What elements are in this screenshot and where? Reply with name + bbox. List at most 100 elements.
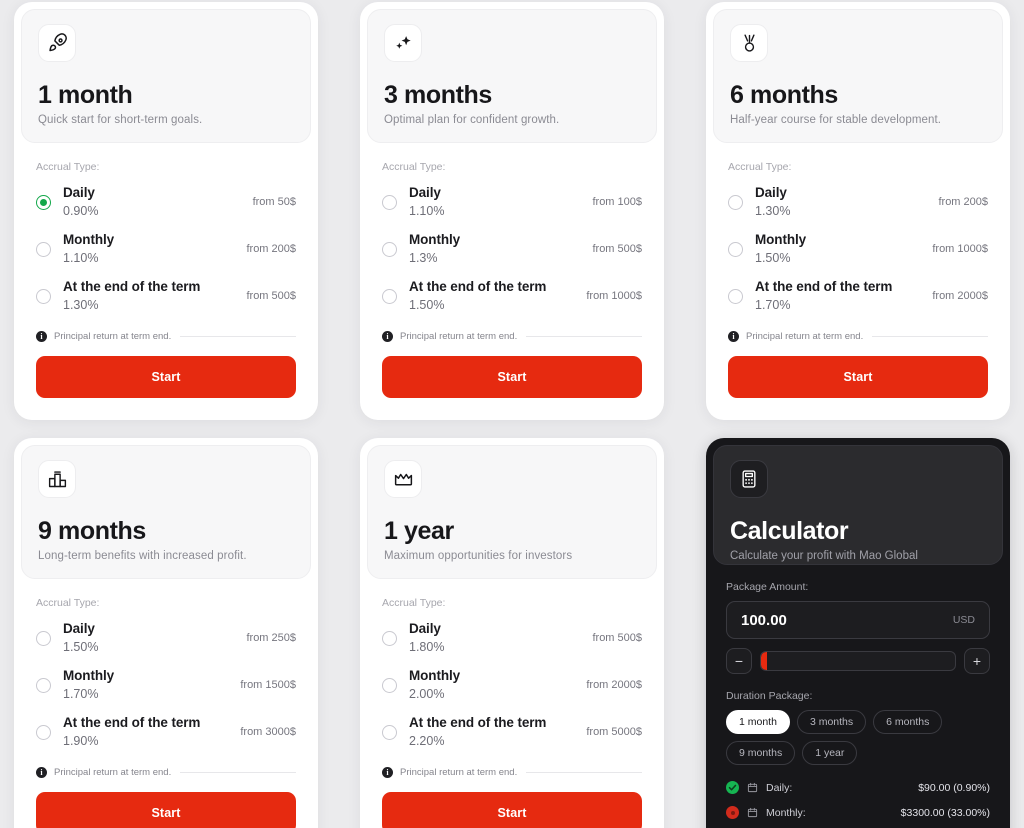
- accrual-radio[interactable]: [382, 242, 397, 257]
- accrual-option[interactable]: Monthly 1.3% from 500$: [382, 231, 642, 265]
- accrual-option[interactable]: Monthly 1.70% from 1500$: [36, 667, 296, 701]
- accrual-option[interactable]: At the end of the term 1.70% from 2000$: [728, 278, 988, 312]
- duration-chip[interactable]: 1 year: [802, 741, 858, 765]
- accrual-option-minimum: from 2000$: [586, 679, 642, 691]
- accrual-option-rate: 1.30%: [755, 204, 791, 218]
- accrual-radio[interactable]: [728, 289, 743, 304]
- amount-slider[interactable]: [760, 651, 956, 671]
- principal-note: i Principal return at term end.: [382, 767, 642, 778]
- accrual-radio[interactable]: [382, 725, 397, 740]
- result-value: $90.00 (0.90%): [918, 781, 990, 794]
- accrual-radio[interactable]: [36, 631, 51, 646]
- divider: [526, 336, 642, 337]
- accrual-option-main: At the end of the term 1.30%: [63, 278, 246, 312]
- accrual-radio[interactable]: [36, 242, 51, 257]
- start-button[interactable]: Start: [382, 356, 642, 398]
- accrual-option[interactable]: Daily 1.30% from 200$: [728, 184, 988, 218]
- accrual-option-name: Daily: [409, 185, 441, 200]
- accrual-type-label: Accrual Type:: [382, 597, 446, 609]
- accrual-option[interactable]: At the end of the term 1.50% from 1000$: [382, 278, 642, 312]
- plan-card: 1 month Quick start for short-term goals…: [14, 2, 318, 420]
- calculator-icon: [730, 460, 768, 498]
- plan-card-header: 1 year Maximum opportunities for investo…: [367, 445, 657, 579]
- plan-title: 6 months: [730, 81, 838, 109]
- accrual-option[interactable]: Monthly 1.10% from 200$: [36, 231, 296, 265]
- accrual-option-rate: 1.30%: [63, 298, 99, 312]
- duration-chip[interactable]: 3 months: [796, 710, 867, 734]
- currency-label: USD: [952, 614, 975, 626]
- plan-card-body: Accrual Type: Daily 1.10% from 100$ Monthly…: [360, 143, 664, 420]
- accrual-option[interactable]: At the end of the term 1.30% from 500$: [36, 278, 296, 312]
- accrual-option[interactable]: Daily 1.80% from 500$: [382, 620, 642, 654]
- accrual-radio[interactable]: [382, 195, 397, 210]
- accrual-options: Daily 1.50% from 250$ Monthly 1.70% from 1500…: [36, 620, 296, 761]
- accrual-option[interactable]: Monthly 1.50% from 1000$: [728, 231, 988, 265]
- accrual-type-label: Accrual Type:: [36, 161, 100, 173]
- accrual-option-main: Monthly 1.50%: [755, 231, 932, 265]
- accrual-option-rate: 1.70%: [63, 687, 99, 701]
- accrual-radio[interactable]: [382, 631, 397, 646]
- start-button[interactable]: Start: [36, 356, 296, 398]
- accrual-option[interactable]: At the end of the term 1.90% from 3000$: [36, 714, 296, 748]
- start-button[interactable]: Start: [382, 792, 642, 828]
- plan-card-body: Accrual Type: Daily 0.90% from 50$ Monthly 1…: [14, 143, 318, 420]
- accrual-option-name: Daily: [755, 185, 787, 200]
- package-amount-input[interactable]: 100.00 USD: [726, 601, 990, 639]
- info-icon: i: [728, 331, 739, 342]
- accrual-radio[interactable]: [728, 195, 743, 210]
- principal-note: i Principal return at term end.: [36, 767, 296, 778]
- start-button[interactable]: Start: [36, 792, 296, 828]
- divider: [872, 336, 988, 337]
- accrual-option[interactable]: Daily 1.50% from 250$: [36, 620, 296, 654]
- duration-chip[interactable]: 1 month: [726, 710, 790, 734]
- accrual-option[interactable]: Monthly 2.00% from 2000$: [382, 667, 642, 701]
- plan-card-header: 3 months Optimal plan for confident grow…: [367, 9, 657, 143]
- plan-card: 6 months Half-year course for stable dev…: [706, 2, 1010, 420]
- plan-card-body: Accrual Type: Daily 1.80% from 500$ Monthly…: [360, 579, 664, 828]
- accrual-option[interactable]: Daily 1.10% from 100$: [382, 184, 642, 218]
- podium-icon: [38, 460, 76, 498]
- principal-note-text: Principal return at term end.: [54, 331, 172, 342]
- calculator-title: Calculator: [730, 517, 849, 545]
- slider-fill: [761, 652, 767, 670]
- duration-chip[interactable]: 9 months: [726, 741, 796, 765]
- accrual-option-rate: 0.90%: [63, 204, 99, 218]
- plan-card-header: 1 month Quick start for short-term goals…: [21, 9, 311, 143]
- accrual-option-rate: 2.20%: [409, 734, 445, 748]
- accrual-option-name: Monthly: [409, 232, 461, 247]
- principal-note-text: Principal return at term end.: [746, 331, 864, 342]
- calculator-header: Calculator Calculate your profit with Ma…: [713, 445, 1003, 565]
- accrual-radio[interactable]: [36, 289, 51, 304]
- accrual-option-minimum: from 1000$: [586, 290, 642, 302]
- inactive-icon: [726, 806, 739, 819]
- accrual-option[interactable]: Daily 0.90% from 50$: [36, 184, 296, 218]
- accrual-radio[interactable]: [728, 242, 743, 257]
- principal-note: i Principal return at term end.: [382, 331, 642, 342]
- accrual-option-name: Daily: [409, 621, 441, 636]
- plan-card-body: Accrual Type: Daily 1.30% from 200$ Monthly…: [706, 143, 1010, 420]
- plan-card-header: 9 months Long-term benefits with increas…: [21, 445, 311, 579]
- accrual-option[interactable]: At the end of the term 2.20% from 5000$: [382, 714, 642, 748]
- accrual-type-label: Accrual Type:: [382, 161, 446, 173]
- accrual-radio[interactable]: [36, 678, 51, 693]
- principal-note: i Principal return at term end.: [728, 331, 988, 342]
- accrual-option-name: Monthly: [755, 232, 807, 247]
- decrease-button[interactable]: −: [726, 648, 752, 674]
- accrual-radio[interactable]: [36, 195, 51, 210]
- duration-chip[interactable]: 6 months: [873, 710, 943, 734]
- accrual-option-main: At the end of the term 1.50%: [409, 278, 586, 312]
- plan-title: 3 months: [384, 81, 492, 109]
- accrual-radio[interactable]: [36, 725, 51, 740]
- accrual-option-main: Daily 1.80%: [409, 620, 592, 654]
- start-button[interactable]: Start: [728, 356, 988, 398]
- accrual-radio[interactable]: [382, 289, 397, 304]
- package-amount-label: Package Amount:: [726, 581, 809, 593]
- accrual-radio[interactable]: [382, 678, 397, 693]
- result-row: Monthly: $3300.00 (33.00%): [726, 806, 990, 819]
- accrual-option-minimum: from 500$: [592, 243, 642, 255]
- plan-title: 1 month: [38, 81, 133, 109]
- accrual-type-label: Accrual Type:: [728, 161, 792, 173]
- accrual-option-main: Daily 0.90%: [63, 184, 253, 218]
- crown-icon: [384, 460, 422, 498]
- increase-button[interactable]: +: [964, 648, 990, 674]
